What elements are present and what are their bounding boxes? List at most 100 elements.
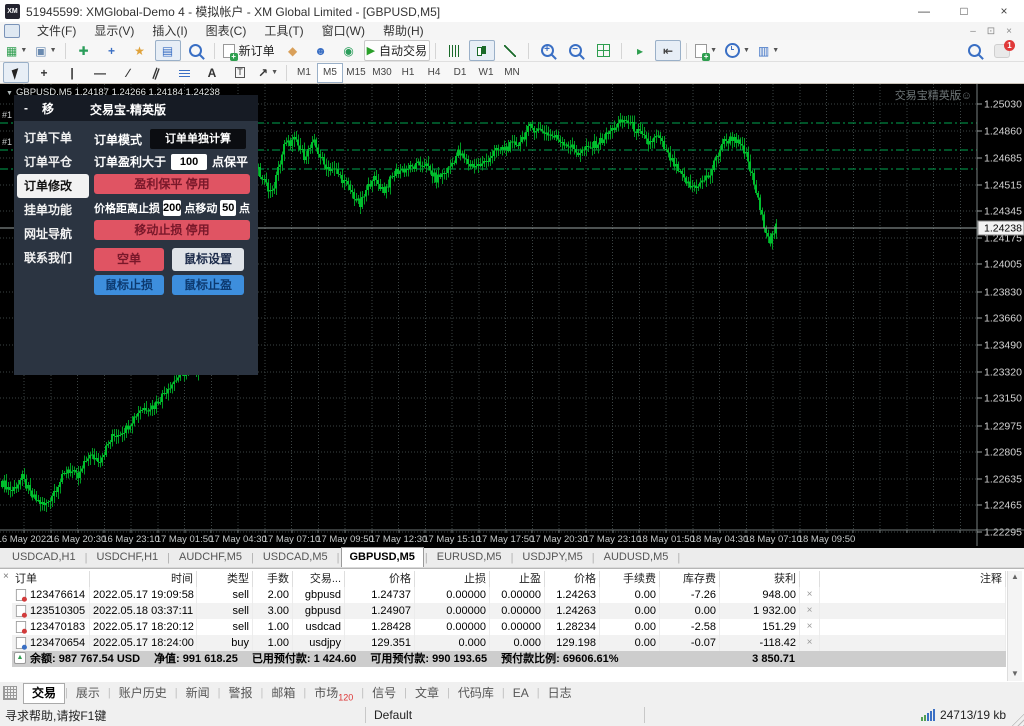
timeframe-mn[interactable]: MN [499,63,525,83]
terminal-tab-8[interactable]: 文章 [407,684,447,703]
chart-tab-usdjpym5[interactable]: USDJPY,M5 [514,548,590,567]
mouse-takeprofit-button[interactable]: 鼠标止盈 [172,275,244,295]
new-order-button[interactable]: + 新订单 [220,40,278,61]
menu-item-5[interactable]: 窗口(W) [313,24,374,38]
column-header-10[interactable]: 库存费 [660,571,720,587]
column-header-5[interactable]: 价格 [345,571,415,587]
trendline-tool[interactable]: ∕ [115,62,141,83]
order-mode-value-button[interactable]: 订单单独计算 [150,129,247,149]
close-button[interactable]: × [984,0,1024,22]
column-header-11[interactable]: 获利 [720,571,800,587]
timeframe-h4[interactable]: H4 [421,63,447,83]
close-position-icon[interactable]: × [800,635,820,651]
navigator-toggle[interactable]: ★ [127,40,153,61]
profit-gt-input[interactable]: 100 [171,153,208,170]
close-position-icon[interactable]: × [800,587,820,603]
tile-windows-button[interactable] [590,40,616,61]
search-icon[interactable] [961,40,987,61]
column-header-6[interactable]: 止损 [415,571,490,587]
column-header-7[interactable]: 止盈 [490,571,545,587]
terminal-tab-6[interactable]: 市场120 [306,684,361,703]
terminal-tab-11[interactable]: 日志 [540,684,580,703]
periods-button[interactable]: ▼ [722,40,753,61]
menu-item-1[interactable]: 显示(V) [85,24,143,38]
timeframe-w1[interactable]: W1 [473,63,499,83]
panel-menu-item-2[interactable]: 订单修改 [17,174,89,198]
timeframe-m15[interactable]: M15 [343,63,369,83]
terminal-tab-3[interactable]: 新闻 [178,684,218,703]
timeframe-h1[interactable]: H1 [395,63,421,83]
terminal-tab-4[interactable]: 警报 [221,684,261,703]
menu-item-4[interactable]: 工具(T) [255,24,312,38]
chart-tab-usdcadm5[interactable]: USDCAD,M5 [255,548,336,567]
chart-tab-usdcadh1[interactable]: USDCAD,H1 [4,548,84,567]
terminal-tab-7[interactable]: 信号 [364,684,404,703]
chart-tab-gbpusdm5[interactable]: GBPUSD,M5 [340,547,424,567]
resize-grip[interactable] [1010,712,1024,726]
column-header-2[interactable]: 类型 [197,571,253,587]
cursor-tool[interactable] [3,62,29,83]
table-row[interactable]: 123470183 2022.05.17 18:20:12 sell 1.00 usdc… [12,619,1006,635]
status-profile[interactable]: Default [366,708,644,722]
terminal-tab-9[interactable]: 代码库 [450,684,502,703]
minimize-button[interactable]: — [904,0,944,22]
panel-menu-item-4[interactable]: 网址导航 [14,222,92,246]
mouse-settings-button[interactable]: 鼠标设置 [172,248,244,271]
chart-tab-audusdm5[interactable]: AUDUSD,M5 [596,548,677,567]
notifications-icon[interactable]: 1 [989,39,1015,61]
market-watch-toggle[interactable]: ✚ [71,40,97,61]
terminal-toggle[interactable]: ▤ [154,40,181,61]
terminal-tab-0[interactable]: 交易 [23,682,66,704]
chart-minimize-button[interactable]: – [964,24,982,38]
terminal-scrollbar[interactable]: ▲ ▼ [1007,571,1022,681]
menu-item-0[interactable]: 文件(F) [28,24,85,38]
mouse-stoploss-button[interactable]: 鼠标止损 [94,275,164,295]
scroll-up-icon[interactable]: ▲ [1008,572,1022,581]
scroll-down-icon[interactable]: ▼ [1008,669,1022,678]
crosshair-tool[interactable]: + [31,62,57,83]
column-header-3[interactable]: 手数 [253,571,293,587]
chart-line-button[interactable] [497,40,523,61]
data-window-toggle[interactable]: + [99,40,125,61]
arrows-tool[interactable]: ↗ ▼ [255,62,281,83]
metaeditor-button[interactable]: ◆ [280,40,306,61]
timeframe-m5[interactable]: M5 [317,62,343,83]
column-header-1[interactable]: 时间 [90,571,197,587]
menu-item-3[interactable]: 图表(C) [197,24,256,38]
timeframe-m30[interactable]: M30 [369,63,395,83]
table-row[interactable]: 123476614 2022.05.17 19:09:58 sell 2.00 gbpu… [12,587,1006,603]
column-header-8[interactable]: 价格 [545,571,600,587]
strategy-tester-toggle[interactable] [183,40,209,61]
chart-close-button[interactable]: × [1000,24,1018,38]
chart-tab-audchfm5[interactable]: AUDCHF,M5 [171,548,250,567]
breakeven-toggle-button[interactable]: 盈利保平 停用 [94,174,250,194]
timeframe-m1[interactable]: M1 [291,63,317,83]
panel-menu-item-1[interactable]: 订单平仓 [14,150,92,174]
horizontal-line-tool[interactable]: — [87,62,113,83]
news-button[interactable]: ◉ [336,40,362,61]
column-header-0[interactable]: 订单 [12,571,90,587]
terminal-close-icon[interactable]: × [3,572,9,582]
fibonacci-tool[interactable] [171,62,197,83]
column-header-13[interactable]: 注释 [820,571,1006,587]
chart-candles-button[interactable] [469,40,496,61]
mql5-community-button[interactable]: ☻ [308,40,334,61]
terminal-tab-5[interactable]: 邮箱 [263,684,303,703]
close-position-icon[interactable]: × [800,603,820,619]
text-label-tool[interactable]: T [227,62,253,83]
zoom-in-button[interactable]: + [534,40,560,61]
channel-tool[interactable]: ∥ [143,62,169,83]
chart-tab-usdchfh1[interactable]: USDCHF,H1 [88,548,166,567]
chart-shift-toggle[interactable]: ⇤ [655,40,682,61]
templates-button[interactable]: ▥ ▼ [755,40,782,61]
panel-minimize-button[interactable]: - [24,101,28,115]
column-header-9[interactable]: 手续费 [600,571,660,587]
zoom-out-button[interactable]: − [562,40,588,61]
maximize-button[interactable]: □ [944,0,984,22]
profiles-button[interactable]: ▣ ▼ [32,40,59,61]
terminal-tab-2[interactable]: 账户历史 [111,684,175,703]
new-chart-button[interactable]: ▦ ▼ [3,40,30,61]
panel-move-handle[interactable]: 移 [42,100,54,117]
panel-menu-item-3[interactable]: 挂单功能 [14,198,92,222]
chart-restore-button[interactable]: ⊡ [982,24,1000,38]
